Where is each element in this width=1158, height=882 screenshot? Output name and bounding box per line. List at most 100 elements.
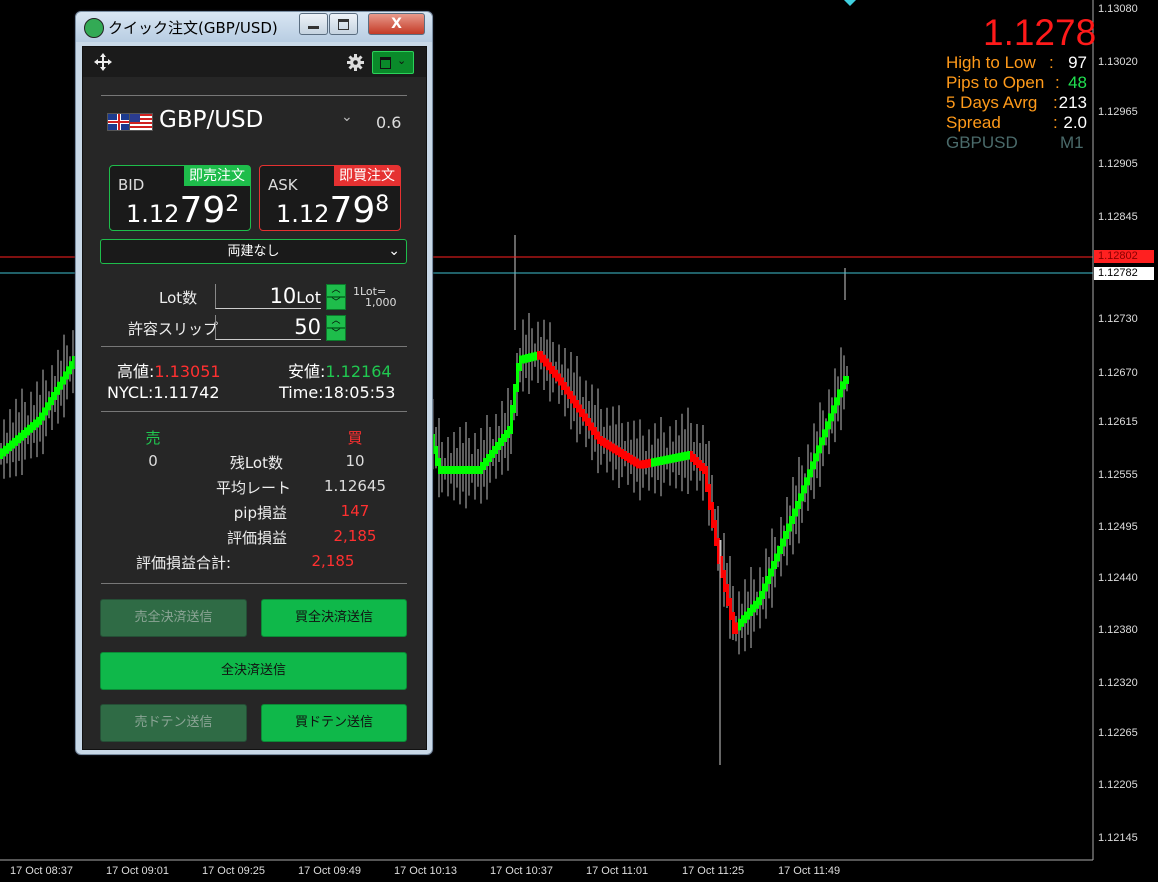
price-axis-label: 1.13020: [1098, 56, 1138, 68]
bid-price-tag: 1.12782: [1094, 267, 1154, 280]
candle-body: [561, 377, 564, 390]
candle-body: [738, 618, 741, 631]
up-arrow-icon[interactable]: ︿: [326, 315, 346, 328]
buy-header: 買: [347, 429, 363, 447]
price-axis-label: 1.13080: [1098, 3, 1138, 15]
candle-body: [21, 430, 24, 441]
slippage-stepper[interactable]: ︿ ﹀: [326, 315, 346, 341]
symbol-selector[interactable]: GBP/USD ⌄ 0.6: [107, 107, 407, 139]
buy-close-all-button[interactable]: 買全決済送信: [261, 599, 407, 637]
candle-body: [771, 561, 774, 577]
up-arrow-icon[interactable]: ︿: [326, 284, 346, 297]
current-price: 1.1278: [983, 12, 1097, 53]
close-all-button[interactable]: 全決済送信: [100, 652, 407, 690]
divider: [101, 346, 407, 347]
candle-body: [726, 584, 729, 606]
chevron-down-icon: ⌄: [341, 109, 353, 125]
uk-us-flag-icon: [107, 113, 131, 131]
remaining-lots-label: 残Lot数: [229, 454, 283, 472]
candle-body: [612, 443, 615, 454]
candle-body: [552, 366, 555, 378]
window-layout-icon: [380, 57, 391, 69]
app-icon: [84, 18, 104, 38]
candle-body: [573, 395, 576, 408]
minimize-button[interactable]: [299, 13, 328, 35]
layout-toggle-button[interactable]: ⌄: [372, 51, 414, 74]
gear-icon[interactable]: [347, 54, 364, 71]
candle-body: [606, 439, 609, 450]
candle-body: [801, 485, 804, 502]
slippage-value: 50: [294, 315, 321, 339]
candle-body: [501, 434, 504, 446]
candle-body: [831, 405, 834, 422]
chevron-down-icon: ⌄: [397, 54, 407, 67]
candle-body: [438, 458, 441, 474]
candle-body: [843, 376, 846, 390]
hedge-select-value: 両建なし: [227, 244, 280, 259]
candle-body: [603, 437, 606, 448]
candle-body: [579, 404, 582, 417]
candle-body: [36, 416, 39, 428]
candle-body: [3, 445, 6, 457]
candle-body: [654, 457, 657, 467]
candle-body: [540, 351, 543, 363]
window-titlebar[interactable]: クイック注文(GBP/USD) X: [76, 12, 432, 42]
candle-body: [453, 466, 456, 474]
sell-close-all-button[interactable]: 売全決済送信: [100, 599, 247, 637]
symbol-name: GBP/USD: [159, 107, 264, 133]
candle-body: [33, 419, 36, 431]
candle-body: [18, 432, 21, 444]
close-button[interactable]: X: [368, 13, 425, 35]
sell-lots: 0: [148, 452, 158, 470]
sell-now-badge: 即売注文: [184, 166, 250, 186]
down-arrow-icon[interactable]: ﹀: [326, 297, 346, 310]
price-axis-label: 1.12205: [1098, 779, 1138, 791]
candle-body: [57, 381, 60, 395]
candle-body: [714, 520, 717, 546]
candle-body: [468, 466, 471, 474]
price-axis-label: 1.12615: [1098, 416, 1138, 428]
candle-body: [435, 446, 438, 466]
time-axis-label: 17 Oct 08:37: [10, 865, 73, 877]
candle-body: [630, 454, 633, 465]
candle-body: [840, 381, 843, 398]
candle-body: [570, 391, 573, 404]
hedge-select[interactable]: 両建なし ⌄: [100, 239, 407, 264]
buy-doten-button[interactable]: 買ドテン送信: [261, 704, 407, 742]
price-axis-label: 1.12265: [1098, 727, 1138, 739]
slippage-input[interactable]: 50: [215, 315, 321, 340]
lot-input[interactable]: 10Lot: [215, 284, 321, 309]
candle-body: [507, 426, 510, 438]
candle-body: [528, 353, 531, 362]
candle-body: [660, 456, 663, 465]
candle-body: [639, 460, 642, 469]
candle-body: [648, 458, 651, 468]
sell-doten-button[interactable]: 売ドテン送信: [100, 704, 247, 742]
candle-body: [45, 402, 48, 416]
candle-body: [699, 460, 702, 471]
candle-body: [672, 454, 675, 463]
candle-body: [564, 382, 567, 395]
candle-body: [678, 452, 681, 462]
candle-body: [582, 409, 585, 422]
down-arrow-icon[interactable]: ﹀: [326, 328, 346, 341]
buy-lots: 10: [345, 452, 365, 470]
move-icon[interactable]: [94, 53, 112, 71]
candle-body: [819, 437, 822, 454]
candle-body: [753, 600, 756, 613]
us-flag-icon: [129, 113, 153, 131]
lot-stepper[interactable]: ︿ ﹀: [326, 284, 346, 310]
candle-body: [489, 450, 492, 462]
candle-body: [795, 501, 798, 517]
candle-body: [696, 457, 699, 468]
candle-body: [627, 452, 630, 463]
candle-body: [780, 538, 783, 554]
price-axis-label: 1.12380: [1098, 624, 1138, 636]
maximize-button[interactable]: [329, 13, 358, 35]
candle-body: [825, 421, 828, 438]
candle-body: [465, 466, 468, 474]
ask-buy-button[interactable]: ASK 即買注文 1.12798: [259, 165, 401, 231]
slippage-label: 許容スリップ: [128, 320, 219, 338]
bid-sell-button[interactable]: BID 即売注文 1.12792: [109, 165, 251, 231]
lot-unit: Lot: [296, 288, 321, 307]
